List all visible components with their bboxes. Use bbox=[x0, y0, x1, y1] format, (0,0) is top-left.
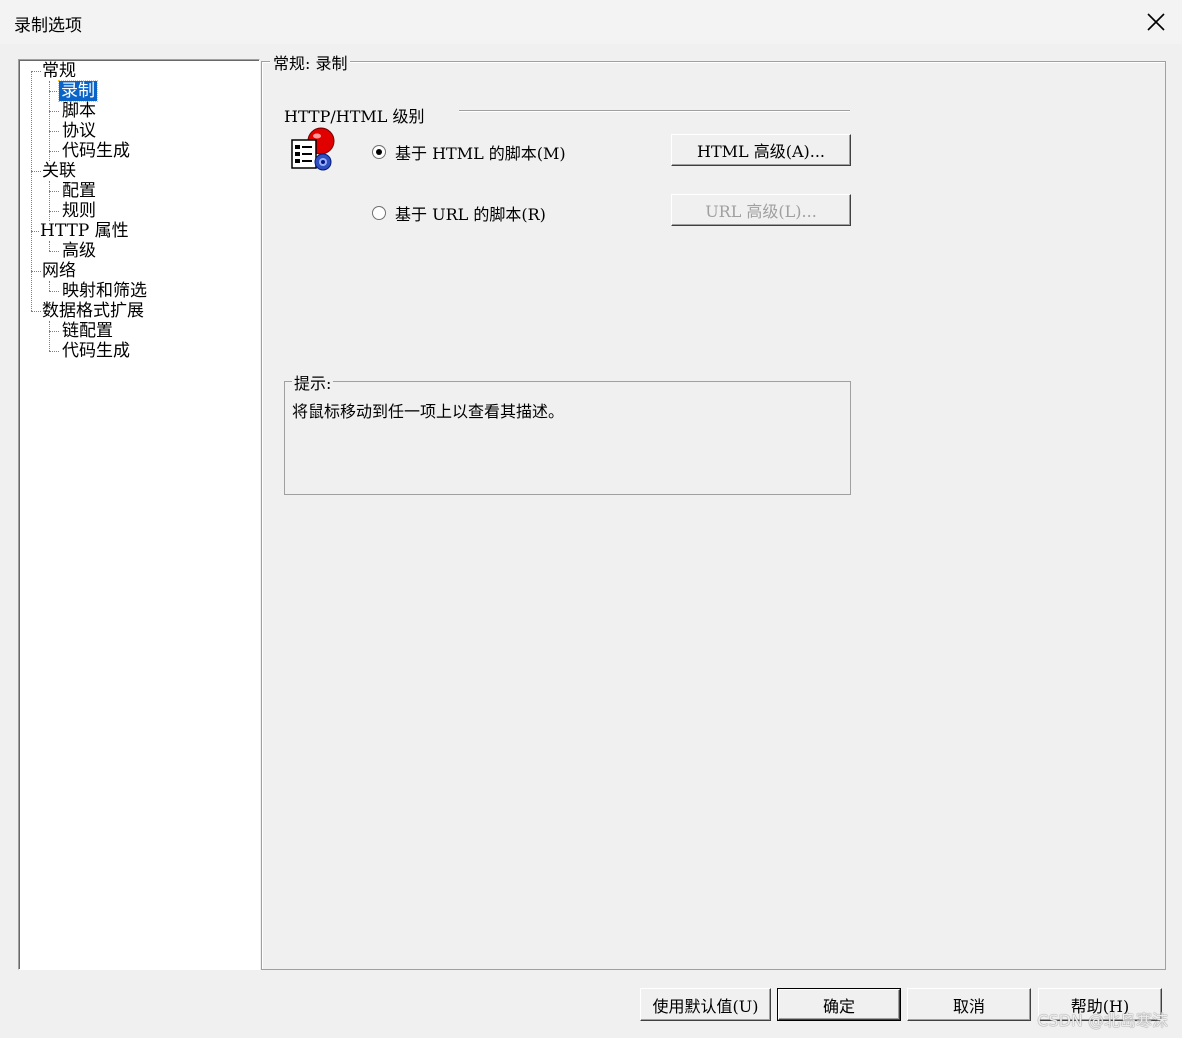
url-advanced-button[interactable]: URL 高级(L)... bbox=[671, 194, 851, 226]
radio-indicator[interactable] bbox=[372, 206, 386, 220]
tree-connector bbox=[49, 111, 59, 113]
url-script-radio[interactable]: 基于 URL 的脚本(R) bbox=[372, 201, 546, 225]
section-divider bbox=[459, 110, 850, 112]
tree-connector bbox=[49, 321, 51, 351]
use-defaults-button[interactable]: 使用默认值(U) bbox=[640, 988, 771, 1021]
tree-item-configuration[interactable]: 配置 bbox=[60, 181, 98, 201]
window-title: 录制选项 bbox=[14, 16, 82, 36]
tree-connector bbox=[49, 151, 59, 153]
html-script-radio-label: 基于 HTML 的脚本(M) bbox=[395, 144, 566, 163]
tree-item-protocol[interactable]: 协议 bbox=[60, 121, 98, 141]
tree-connector bbox=[49, 351, 59, 353]
tree-item-general[interactable]: 常规 bbox=[40, 61, 78, 81]
tree-connector bbox=[49, 211, 59, 213]
close-button[interactable] bbox=[1138, 4, 1174, 40]
tree-item-script[interactable]: 脚本 bbox=[60, 101, 98, 121]
tree-item-data-format-extensions[interactable]: 数据格式扩展 bbox=[40, 301, 146, 321]
tree-connector bbox=[49, 81, 51, 161]
group-box-title: 常规: 录制 bbox=[270, 50, 351, 74]
tree-item-http-properties[interactable]: HTTP 属性 bbox=[38, 221, 131, 241]
tree-item-code-generation-2[interactable]: 代码生成 bbox=[60, 341, 132, 361]
options-tree[interactable]: 常规 录制 脚本 协议 代码生成 关联 配置 规则 HTTP 属性 高级 网络 … bbox=[18, 59, 260, 970]
tree-item-chain-configuration[interactable]: 链配置 bbox=[60, 321, 115, 341]
tree-item-recording[interactable]: 录制 bbox=[58, 80, 98, 102]
cancel-button[interactable]: 取消 bbox=[907, 988, 1031, 1021]
tree-connector bbox=[49, 281, 51, 291]
tree-item-network[interactable]: 网络 bbox=[40, 261, 78, 281]
watermark-text: CSDN @北岛寒沫 bbox=[1037, 1011, 1168, 1030]
tree-item-code-generation[interactable]: 代码生成 bbox=[60, 141, 132, 161]
tree-connector bbox=[49, 191, 59, 193]
tree-connector bbox=[49, 181, 51, 221]
radio-indicator[interactable] bbox=[372, 145, 386, 159]
tree-connector bbox=[49, 131, 59, 133]
tree-item-advanced[interactable]: 高级 bbox=[60, 241, 98, 261]
tree-connector bbox=[49, 291, 59, 293]
tree-connector bbox=[49, 241, 51, 251]
section-title: HTTP/HTML 级别 bbox=[284, 107, 425, 126]
tree-connector bbox=[49, 331, 59, 333]
tree-item-correlation[interactable]: 关联 bbox=[40, 161, 78, 181]
tree-item-rules[interactable]: 规则 bbox=[60, 201, 98, 221]
url-script-radio-label: 基于 URL 的脚本(R) bbox=[395, 205, 546, 224]
ok-button[interactable]: 确定 bbox=[777, 988, 901, 1021]
tree-connector bbox=[31, 71, 33, 311]
tree-connector bbox=[49, 251, 59, 253]
recording-app-icon bbox=[291, 127, 335, 171]
html-advanced-button[interactable]: HTML 高级(A)... bbox=[671, 134, 851, 166]
close-icon bbox=[1147, 13, 1165, 31]
hint-title: 提示: bbox=[292, 370, 334, 394]
tree-connector bbox=[49, 91, 59, 93]
html-script-radio[interactable]: 基于 HTML 的脚本(M) bbox=[372, 140, 566, 164]
hint-text: 将鼠标移动到任一项上以查看其描述。 bbox=[292, 402, 565, 421]
title-bar: 录制选项 bbox=[0, 0, 1182, 44]
tree-item-mapping-filtering[interactable]: 映射和筛选 bbox=[60, 281, 149, 301]
